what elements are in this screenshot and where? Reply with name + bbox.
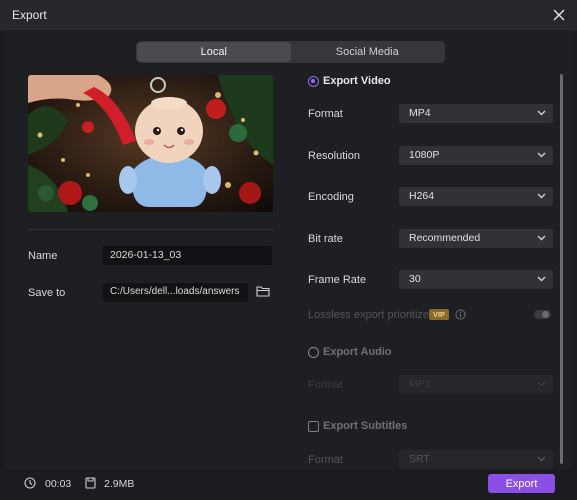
chevron-down-icon bbox=[537, 456, 546, 462]
tab-bar: Local Social Media bbox=[136, 41, 445, 63]
export-subtitles-title: Export Subtitles bbox=[323, 420, 408, 432]
tab-social-media[interactable]: Social Media bbox=[291, 42, 445, 62]
encoding-select[interactable]: H264 bbox=[399, 187, 553, 206]
video-preview bbox=[28, 75, 273, 212]
subtitles-format-value: SRT bbox=[409, 453, 430, 465]
window-title: Export bbox=[12, 8, 47, 22]
chevron-down-icon bbox=[537, 276, 546, 282]
vip-badge: VIP bbox=[429, 309, 449, 320]
lossless-label: Lossless export prioritized bbox=[308, 309, 436, 321]
export-button[interactable]: Export bbox=[488, 474, 555, 493]
frame-rate-select[interactable]: 30 bbox=[399, 270, 553, 289]
frame-rate-label: Frame Rate bbox=[308, 274, 367, 286]
audio-format-label: Format bbox=[308, 379, 343, 391]
subtitles-format-label: Format bbox=[308, 454, 343, 466]
chevron-down-icon bbox=[537, 110, 546, 116]
chevron-down-icon bbox=[537, 193, 546, 199]
chevron-down-icon bbox=[537, 235, 546, 241]
close-icon bbox=[553, 9, 565, 21]
close-button[interactable] bbox=[549, 5, 569, 25]
name-input[interactable]: 2026-01-13_03 bbox=[103, 246, 272, 265]
resolution-value: 1080P bbox=[409, 149, 440, 161]
folder-icon bbox=[256, 286, 270, 297]
encoding-value: H264 bbox=[409, 190, 435, 202]
file-size-icon bbox=[85, 477, 96, 489]
subtitles-format-select[interactable]: SRT bbox=[399, 450, 553, 469]
format-value: MP4 bbox=[409, 107, 431, 119]
save-to-label: Save to bbox=[28, 287, 66, 299]
chevron-down-icon bbox=[537, 381, 546, 387]
audio-format-value: MP3 bbox=[409, 378, 431, 390]
format-select[interactable]: MP4 bbox=[399, 104, 553, 123]
clock-icon bbox=[24, 477, 36, 489]
bit-rate-select[interactable]: Recommended bbox=[399, 229, 553, 248]
info-icon[interactable] bbox=[455, 309, 466, 320]
export-subtitles-checkbox[interactable] bbox=[308, 421, 319, 432]
resolution-select[interactable]: 1080P bbox=[399, 146, 553, 165]
title-bar: Export bbox=[0, 0, 577, 30]
lossless-toggle[interactable] bbox=[534, 310, 551, 319]
audio-format-select[interactable]: MP3 bbox=[399, 375, 553, 394]
save-path-field[interactable]: C:/Users/dell...loads/answers bbox=[103, 283, 248, 302]
scrollbar[interactable] bbox=[560, 74, 563, 464]
name-label: Name bbox=[28, 250, 58, 262]
export-panel: Local Social Media Name 2026-01-13_03 Sa… bbox=[4, 30, 573, 470]
browse-folder-button[interactable] bbox=[256, 285, 270, 300]
format-label: Format bbox=[308, 108, 343, 120]
export-video-radio[interactable] bbox=[308, 76, 319, 87]
export-audio-title: Export Audio bbox=[323, 346, 392, 358]
tab-local[interactable]: Local bbox=[137, 42, 291, 62]
preview-divider bbox=[28, 229, 273, 230]
export-audio-radio[interactable] bbox=[308, 347, 319, 358]
frame-rate-value: 30 bbox=[409, 273, 421, 285]
file-size-text: 2.9MB bbox=[104, 478, 135, 490]
duration-text: 00:03 bbox=[45, 478, 72, 490]
bit-rate-label: Bit rate bbox=[308, 233, 343, 245]
bit-rate-value: Recommended bbox=[409, 232, 481, 244]
chevron-down-icon bbox=[537, 152, 546, 158]
export-video-title: Export Video bbox=[323, 75, 391, 87]
resolution-label: Resolution bbox=[308, 150, 360, 162]
encoding-label: Encoding bbox=[308, 191, 354, 203]
